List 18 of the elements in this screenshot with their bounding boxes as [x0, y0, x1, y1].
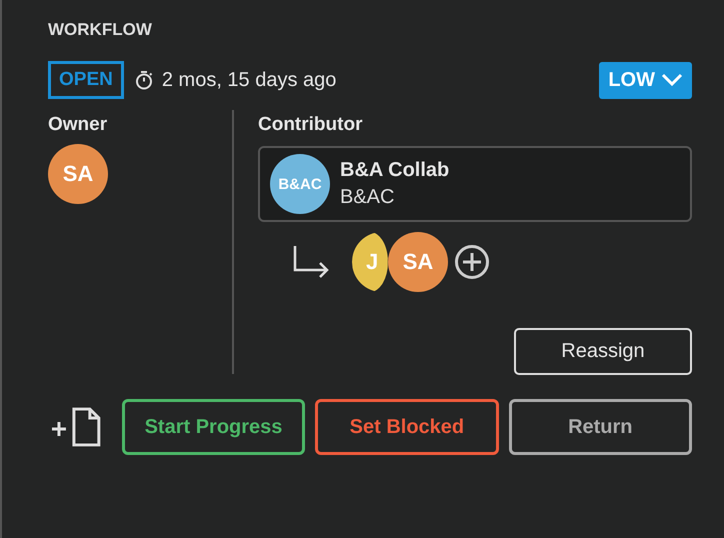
action-button[interactable]: Set Blocked	[315, 399, 499, 455]
member-avatar[interactable]: SA	[388, 232, 448, 292]
owner-heading: Owner	[48, 114, 108, 136]
owner-avatar[interactable]: SA	[48, 144, 108, 204]
chevron-down-icon	[661, 73, 683, 87]
group-code: B&AC	[340, 186, 396, 209]
action-button[interactable]: Start Progress	[122, 399, 306, 455]
group-avatar: B&AC	[270, 154, 330, 214]
age-text: 2 mos, 15 days ago	[162, 68, 336, 92]
status-badge: OPEN	[48, 61, 124, 99]
contributor-heading: Contributor	[258, 114, 362, 136]
reassign-button[interactable]: Reassign	[514, 328, 692, 375]
add-icon[interactable]	[454, 244, 490, 280]
priority-dropdown[interactable]: LOW	[599, 62, 692, 98]
section-title: WORKFLOW	[48, 20, 152, 40]
timer-icon	[134, 70, 154, 90]
group-name: B&A Collab	[340, 159, 450, 182]
action-button[interactable]: Return	[508, 399, 692, 455]
